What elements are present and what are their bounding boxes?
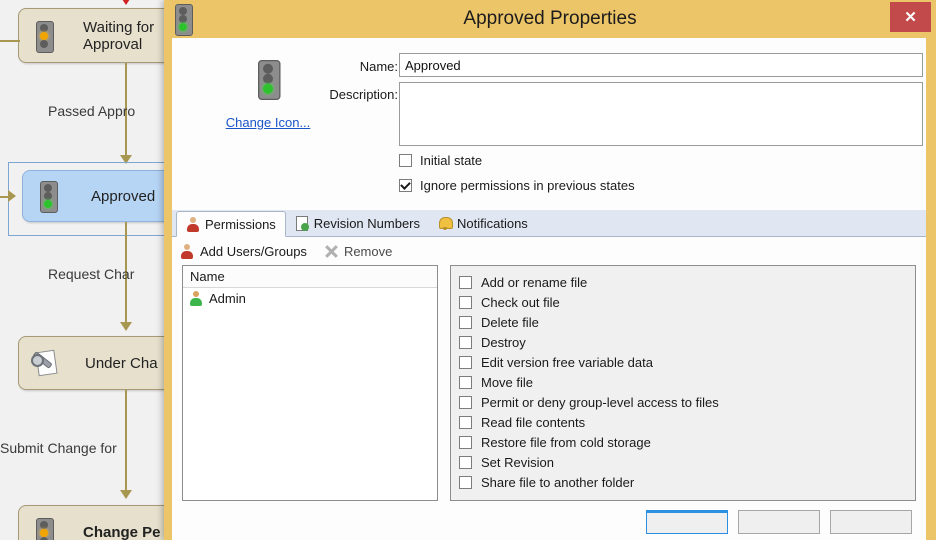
name-label: Name: — [348, 59, 398, 74]
wf-node-label: Waiting for Approval — [77, 19, 154, 53]
permission-row[interactable]: Add or rename file — [459, 272, 915, 292]
permission-checkbox[interactable] — [459, 296, 472, 309]
permission-row[interactable]: Share file to another folder — [459, 472, 915, 492]
tab-label: Notifications — [457, 216, 528, 231]
add-users-groups-button[interactable]: Add Users/Groups — [180, 244, 307, 259]
permission-label: Restore file from cold storage — [481, 435, 651, 450]
permission-checkbox-list[interactable]: Add or rename file Check out file Delete… — [450, 265, 916, 501]
permission-checkbox[interactable] — [459, 376, 472, 389]
document-check-icon — [295, 216, 309, 231]
remove-x-icon — [325, 245, 338, 258]
permission-row[interactable]: Restore file from cold storage — [459, 432, 915, 452]
permission-checkbox[interactable] — [459, 396, 472, 409]
traffic-light-amber-icon — [33, 518, 55, 540]
permission-checkbox[interactable] — [459, 476, 472, 489]
permission-row[interactable]: Permit or deny group-level access to fil… — [459, 392, 915, 412]
close-icon[interactable]: ✕ — [890, 2, 931, 32]
permission-label: Delete file — [481, 315, 539, 330]
permission-label: Add or rename file — [481, 275, 587, 290]
permission-label: Permit or deny group-level access to fil… — [481, 395, 719, 410]
wf-arrowhead-red — [120, 0, 132, 5]
description-input[interactable] — [399, 82, 923, 146]
wf-edge-label-submit-change: Submit Change for — [0, 440, 117, 456]
dialog-body: Change Icon... Name: Description: Initia… — [172, 38, 926, 540]
wf-connector-3 — [125, 390, 127, 495]
dialog-titlebar: Approved Properties ✕ — [164, 0, 936, 38]
description-label: Description: — [326, 87, 398, 102]
initial-state-checkbox-row[interactable]: Initial state — [399, 153, 482, 168]
wf-node-label: Change Pe — [77, 524, 161, 540]
ignore-permissions-checkbox[interactable] — [399, 179, 412, 192]
name-list-panel: Name Admin — [182, 265, 438, 501]
change-icon-link[interactable]: Change Icon... — [208, 115, 328, 130]
wf-node-label: Under Cha — [79, 355, 158, 372]
permission-row[interactable]: Check out file — [459, 292, 915, 312]
permission-row[interactable]: Move file — [459, 372, 915, 392]
tab-strip: Permissions Revision Numbers Notificatio… — [172, 210, 926, 237]
state-traffic-light-green-icon — [254, 60, 282, 98]
initial-state-checkbox[interactable] — [399, 154, 412, 167]
state-icon-column: Change Icon... — [208, 60, 328, 130]
tab-label: Revision Numbers — [314, 216, 420, 231]
permission-checkbox[interactable] — [459, 416, 472, 429]
permission-row[interactable]: Set Revision — [459, 452, 915, 472]
tab-permissions[interactable]: Permissions — [176, 211, 286, 237]
dialog-button-bar — [172, 510, 926, 540]
permission-label: Edit version free variable data — [481, 355, 653, 370]
wf-edge-label-request-change: Request Char — [48, 266, 134, 282]
wf-arrowhead-3 — [120, 490, 132, 499]
name-input[interactable] — [399, 53, 923, 77]
permission-label: Read file contents — [481, 415, 585, 430]
state-form-area: Change Icon... Name: Description: Initia… — [172, 38, 926, 210]
tab-revision-numbers[interactable]: Revision Numbers — [286, 210, 429, 236]
add-users-icon — [180, 244, 194, 259]
permission-checkbox[interactable] — [459, 276, 472, 289]
permission-checkbox[interactable] — [459, 436, 472, 449]
permissions-panels: Name Admin Add or rename file Check out … — [172, 265, 926, 501]
cancel-button[interactable] — [738, 510, 820, 534]
document-wrench-icon — [31, 349, 59, 377]
ignore-permissions-label: Ignore permissions in previous states — [420, 178, 635, 193]
ok-button[interactable] — [646, 510, 728, 534]
permission-label: Destroy — [481, 335, 526, 350]
permission-label: Set Revision — [481, 455, 554, 470]
permission-row[interactable]: Read file contents — [459, 412, 915, 432]
dialog-title: Approved Properties — [164, 0, 936, 38]
traffic-light-green-icon — [37, 181, 59, 211]
name-column-header: Name — [183, 266, 437, 288]
permission-row[interactable]: Delete file — [459, 312, 915, 332]
permissions-command-bar: Add Users/Groups Remove — [172, 237, 926, 265]
approved-properties-dialog: Approved Properties ✕ Change Icon... Nam… — [164, 0, 936, 540]
permission-checkbox[interactable] — [459, 316, 472, 329]
wf-node-label: Approved — [85, 188, 155, 205]
initial-state-label: Initial state — [420, 153, 482, 168]
tab-notifications[interactable]: Notifications — [429, 210, 537, 236]
permission-label: Move file — [481, 375, 533, 390]
command-label: Remove — [344, 244, 392, 259]
user-icon — [189, 291, 203, 306]
users-icon — [186, 217, 200, 232]
help-button[interactable] — [830, 510, 912, 534]
bell-icon — [438, 216, 452, 230]
name-list[interactable]: Admin — [183, 288, 437, 500]
permission-row[interactable]: Edit version free variable data — [459, 352, 915, 372]
wf-arrowhead-left — [8, 190, 16, 202]
wf-arrowhead-2 — [120, 322, 132, 331]
wf-connector-in-left — [0, 40, 20, 42]
list-item-label: Admin — [209, 291, 246, 306]
ignore-permissions-checkbox-row[interactable]: Ignore permissions in previous states — [399, 178, 635, 193]
tab-label: Permissions — [205, 217, 276, 232]
permission-label: Share file to another folder — [481, 475, 634, 490]
permission-checkbox[interactable] — [459, 456, 472, 469]
list-item[interactable]: Admin — [183, 288, 437, 306]
traffic-light-amber-icon — [33, 21, 55, 51]
remove-button[interactable]: Remove — [325, 244, 392, 259]
permission-checkbox[interactable] — [459, 336, 472, 349]
permission-checkbox[interactable] — [459, 356, 472, 369]
command-label: Add Users/Groups — [200, 244, 307, 259]
wf-edge-label-passed-approval: Passed Appro — [48, 103, 135, 119]
permission-row[interactable]: Destroy — [459, 332, 915, 352]
permission-label: Check out file — [481, 295, 560, 310]
